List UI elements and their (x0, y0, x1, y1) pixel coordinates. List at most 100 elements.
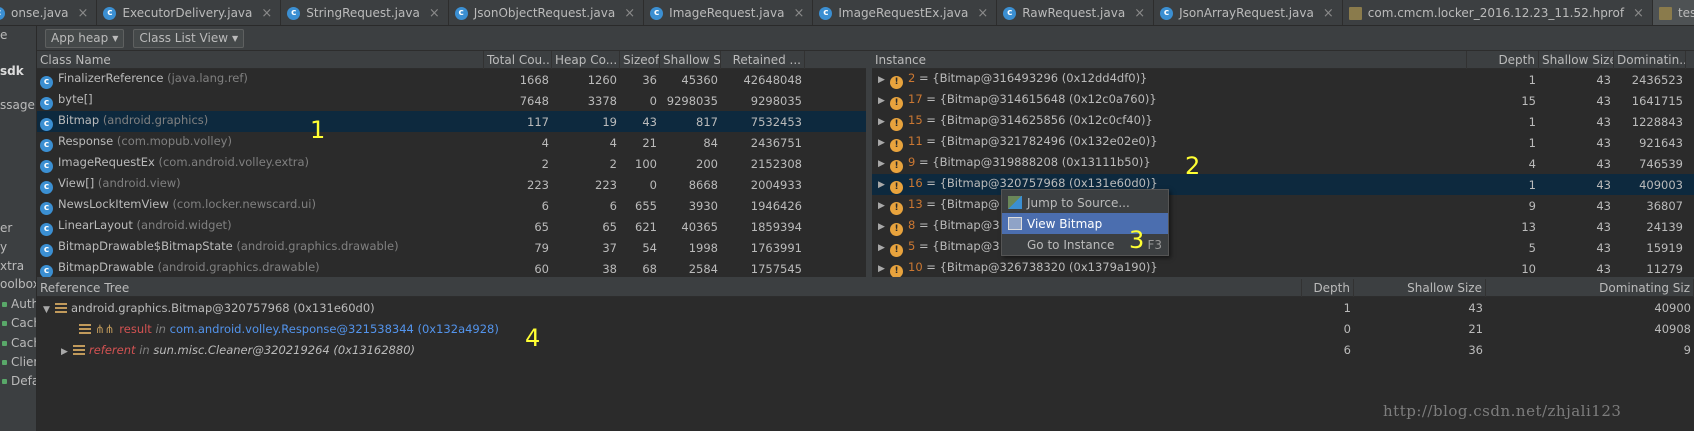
expand-arrow-icon[interactable]: ▶ (878, 222, 890, 232)
tab-3[interactable]: c JsonObjectRequest.java × (449, 0, 645, 25)
collapse-arrow-icon[interactable]: ▼ (43, 305, 55, 315)
instance-label: = {Bitmap@316493296 (0x12dd4df0)} (918, 70, 1148, 85)
close-icon[interactable]: × (624, 6, 635, 21)
column-header[interactable]: Heap Co... (552, 51, 620, 69)
heap-select[interactable]: App heap ▼ (45, 28, 125, 48)
sidebar-item[interactable]: Auth (0, 297, 36, 311)
column-header[interactable]: Total Cou... (484, 51, 552, 69)
expand-arrow-icon[interactable]: ▶ (878, 75, 890, 85)
column-header[interactable]: Class Name (37, 51, 484, 69)
sidebar-item[interactable]: Clien (0, 355, 36, 369)
tab-4[interactable]: c ImageRequest.java × (644, 0, 814, 25)
instance-row[interactable]: ▶! 5 = {Bitmap@3 5 43 15919 (872, 237, 1694, 258)
close-icon[interactable]: × (261, 6, 272, 21)
close-icon[interactable]: × (1134, 6, 1145, 21)
close-icon[interactable]: × (793, 6, 804, 21)
in-label: in (139, 342, 150, 357)
column-header[interactable]: Sizeof (620, 51, 660, 69)
tab-8[interactable]: com.cmcm.locker_2016.12.23_11.52.hprof × (1343, 0, 1653, 25)
class-row[interactable]: c View[] (android.view) 223 223 0 8668 2004933 (37, 174, 866, 195)
instance-row[interactable]: ▶! 10 = {Bitmap@326738320 (0x1379a190)} 10… (872, 258, 1694, 278)
expand-arrow-icon[interactable]: ▶ (878, 264, 890, 274)
sidebar-item[interactable]: er (0, 221, 12, 235)
class-row[interactable]: c byte[] 7648 3378 0 9298035 9298035 (37, 90, 866, 111)
column-header[interactable]: Depth (1302, 279, 1354, 297)
class-row[interactable]: c ImageRequestEx (com.android.volley.extr… (37, 153, 866, 174)
sidebar-item[interactable]: ssageli (0, 98, 36, 112)
sidebar-item[interactable]: Cach (0, 336, 36, 350)
retained-cell: 1946426 (750, 198, 802, 213)
column-header[interactable]: Shallow Size (1539, 51, 1614, 69)
class-row[interactable]: c BitmapDrawable$BitmapState (android.gra… (37, 237, 866, 258)
class-row[interactable]: c FinalizerReference (java.lang.ref) 1668 1… (37, 69, 866, 90)
expand-arrow-icon[interactable]: ▶ (61, 347, 73, 357)
reference-tree-row[interactable]: ▶ referent in sun.misc.Cleaner@320219264 … (37, 339, 1694, 360)
close-icon[interactable]: × (1323, 6, 1334, 21)
column-header[interactable]: Shallow Size (1354, 279, 1486, 297)
close-icon[interactable]: × (977, 6, 988, 21)
sidebar-item[interactable]: Cach (0, 316, 36, 330)
instance-row[interactable]: ▶! 9 = {Bitmap@319888208 (0x13111b50)} 4 43… (872, 153, 1694, 174)
expand-arrow-icon[interactable]: ▶ (878, 180, 890, 190)
column-header[interactable]: Dominatin... (1614, 51, 1686, 69)
class-row[interactable]: c BitmapDrawable (android.graphics.drawab… (37, 258, 866, 278)
class-row[interactable]: c LinearLayout (android.widget) 65 65 621 403… (37, 216, 866, 237)
column-header[interactable]: Depth (1467, 51, 1539, 69)
instance-row[interactable]: ▶! 13 = {Bitmap@ 9 43 36807 (872, 195, 1694, 216)
sidebar-item[interactable]: Defa (0, 374, 36, 388)
tab-0[interactable]: c onse.java × (0, 0, 98, 25)
view-select[interactable]: Class List View ▼ (133, 28, 245, 48)
class-row[interactable]: c Response (com.mopub.volley) 4 4 21 84 243675… (37, 132, 866, 153)
instance-label: = {Bitmap@326738320 (0x1379a190)} (926, 259, 1158, 274)
tab-7[interactable]: c JsonArrayRequest.java × (1154, 0, 1343, 25)
tab-1[interactable]: c ExecutorDelivery.java × (97, 0, 282, 25)
shallow-cell: 43 (1596, 219, 1611, 234)
sidebar-item-label: oolbox (0, 277, 37, 291)
owner-link[interactable]: com.android.volley.Response@321538344 (0… (170, 322, 499, 336)
class-row[interactable]: c NewsLockItemView (com.locker.newscard.u… (37, 195, 866, 216)
menu-item-jump-to-source[interactable]: Jump to Source... (1002, 192, 1168, 213)
class-row[interactable]: c Bitmap (android.graphics) 117 19 43 817 7532… (37, 111, 866, 132)
sidebar-item[interactable]: sdk (0, 64, 24, 78)
close-icon[interactable]: × (1633, 6, 1644, 21)
instance-row[interactable]: ▶! 15 = {Bitmap@314625856 (0x12c0cf40)} 1 4… (872, 111, 1694, 132)
instance-row[interactable]: ▶! 16 = {Bitmap@320757968 (0x131e60d0)} 1 4… (872, 174, 1694, 195)
instance-row[interactable]: ▶! 17 = {Bitmap@314615648 (0x12c0a760)} 15… (872, 90, 1694, 111)
expand-arrow-icon[interactable]: ▶ (878, 201, 890, 211)
jump-to-source-icon (1008, 196, 1022, 209)
depth-cell: 15 (1521, 93, 1536, 108)
dom-cell: 40900 (1654, 300, 1691, 315)
total-cell: 65 (534, 219, 549, 234)
close-icon[interactable]: × (429, 6, 440, 21)
column-header[interactable]: Shallow S... (660, 51, 721, 69)
expand-arrow-icon[interactable]: ▶ (878, 159, 890, 169)
column-header[interactable]: Dominating Siz (1486, 279, 1694, 297)
column-header[interactable]: Retained ... (721, 51, 805, 69)
column-header[interactable]: Instance (872, 51, 1467, 69)
instance-cell: ▶! 9 = {Bitmap@319888208 (0x13111b50)} (872, 155, 1467, 173)
reference-tree-row[interactable]: ⋔⋔ result in com.android.volley.Response@… (37, 318, 1694, 339)
sidebar-item[interactable]: oolbox (0, 277, 37, 291)
expand-arrow-icon[interactable]: ▶ (878, 138, 890, 148)
tab-5[interactable]: c ImageRequestEx.java × (813, 0, 998, 25)
expand-arrow-icon[interactable]: ▶ (878, 96, 890, 106)
sidebar-item-label: Cach (11, 316, 36, 330)
expand-arrow-icon[interactable]: ▶ (878, 117, 890, 127)
sidebar-item[interactable]: xtra (0, 259, 24, 273)
tab-2[interactable]: c StringRequest.java × (281, 0, 449, 25)
shallow-cell: 43 (1596, 177, 1611, 192)
tab-6[interactable]: c RawRequest.java × (997, 0, 1155, 25)
tab-9[interactable]: test21.hprof× (1652, 0, 1694, 25)
instance-row[interactable]: ▶! 11 = {Bitmap@321782496 (0x132e02e0)} 1 4… (872, 132, 1694, 153)
instance-row[interactable]: ▶! 2 = {Bitmap@316493296 (0x12dd4df0)} 1 43… (872, 69, 1694, 90)
field-icon (79, 323, 91, 334)
close-icon[interactable]: × (78, 6, 89, 21)
shallow-cell: 43 (1596, 114, 1611, 129)
sidebar-item[interactable]: e (0, 28, 7, 42)
shallow-cell: 2584 (688, 261, 718, 276)
reference-tree-row[interactable]: ▼ android.graphics.Bitmap@320757968 (0x13… (37, 297, 1694, 318)
expand-arrow-icon[interactable]: ▶ (878, 243, 890, 253)
shallow-cell: 21 (1468, 321, 1483, 336)
instance-row[interactable]: ▶! 8 = {Bitmap@3 13 43 24139 (872, 216, 1694, 237)
sidebar-item[interactable]: y (0, 240, 7, 254)
